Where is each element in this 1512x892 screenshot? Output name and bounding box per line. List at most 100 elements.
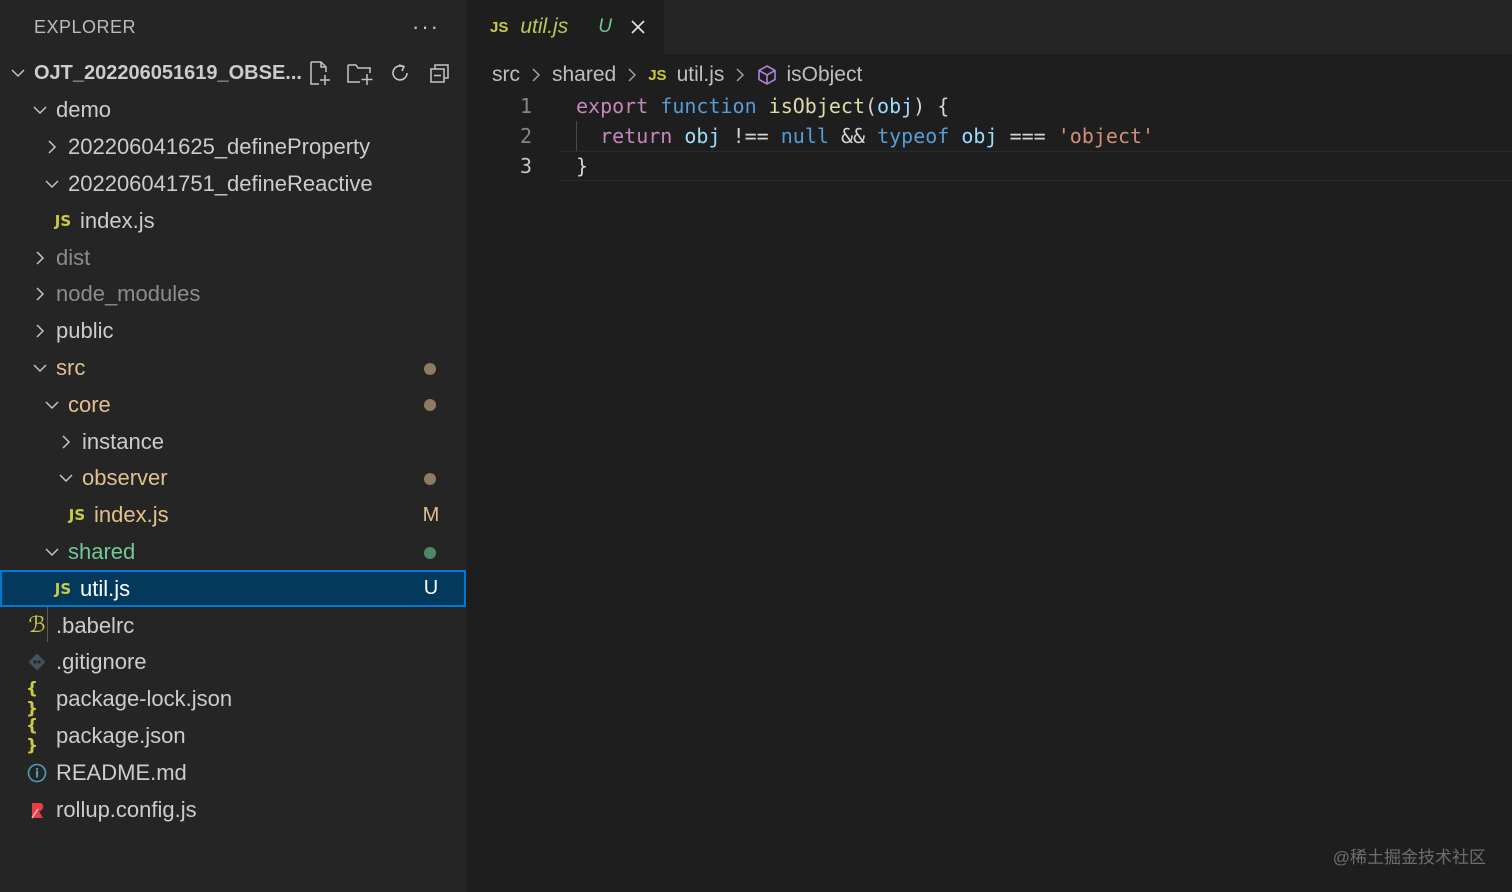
tree-label: src: [56, 354, 86, 380]
js-file-icon: JS: [648, 66, 667, 84]
tree-file-util[interactable]: JS util.js U: [0, 570, 466, 608]
method-cube-icon: [756, 64, 778, 86]
tree-label: package.json: [56, 722, 186, 748]
js-file-icon: JS: [490, 18, 509, 36]
code-text: return obj !== null && typeof obj === 'o…: [600, 124, 1155, 148]
code-editor[interactable]: 1 export function isObject(obj) { 2 retu…: [466, 91, 1512, 181]
tree-folder-public[interactable]: public: [0, 313, 466, 350]
info-icon-glyph: i: [35, 766, 39, 780]
tree-label: 202206041751_defineReactive: [68, 170, 373, 196]
tree-label: instance: [82, 428, 164, 454]
tree-file-rollup[interactable]: rollup.config.js: [0, 791, 466, 828]
chevron-down-icon: [42, 395, 62, 415]
modified-dot: [424, 399, 436, 412]
refresh-button[interactable]: [386, 60, 414, 86]
json-icon: { }: [26, 679, 39, 720]
chevron-down-icon: [30, 358, 50, 378]
project-root-row[interactable]: OJT_202206051619_OBSE...: [0, 54, 466, 92]
tree-label: node_modules: [56, 281, 201, 307]
tree-label: util.js: [80, 575, 131, 601]
breadcrumb-file[interactable]: util.js: [677, 63, 725, 87]
more-actions-button[interactable]: ···: [412, 14, 440, 40]
tree-file-demo-index[interactable]: JS index.js: [0, 202, 466, 239]
tree-folder-definereactive[interactable]: 202206041751_defineReactive: [0, 166, 466, 203]
file-tree: demo 202206041625_defineProperty 2022060…: [0, 92, 466, 828]
current-line-highlight: [558, 151, 1512, 181]
tree-label: 202206041625_defineProperty: [68, 134, 371, 160]
tree-label: observer: [82, 465, 168, 491]
code-line: 1 export function isObject(obj) {: [466, 91, 1512, 121]
tree-folder-instance[interactable]: instance: [0, 423, 466, 460]
tab-bar: JS util.js U: [466, 0, 1512, 54]
code-line: 2 return obj !== null && typeof obj === …: [466, 121, 1512, 151]
json-icon: { }: [26, 715, 39, 756]
tree-label: core: [68, 391, 111, 417]
explorer-title: EXPLORER: [34, 16, 137, 37]
tree-folder-core[interactable]: core: [0, 386, 466, 423]
tree-file-observer-index[interactable]: JS index.js M: [0, 497, 466, 534]
collapse-all-button[interactable]: [426, 60, 454, 86]
git-icon: [26, 651, 48, 673]
chevron-down-icon: [42, 174, 62, 194]
chevron-right-icon: [30, 284, 50, 304]
tree-label: dist: [56, 244, 91, 270]
tab-git-status: U: [598, 16, 612, 37]
tree-folder-defineproperty[interactable]: 202206041625_defineProperty: [0, 129, 466, 166]
tree-file-readme[interactable]: i README.md: [0, 754, 466, 791]
chevron-right-icon: [56, 432, 76, 452]
line-number: 1: [519, 94, 532, 118]
close-icon[interactable]: [628, 17, 648, 37]
js-file-icon: JS: [54, 211, 72, 230]
tree-label: shared: [68, 538, 136, 564]
breadcrumb-shared[interactable]: shared: [552, 63, 616, 87]
tree-label: index.js: [94, 502, 169, 528]
chevron-down-icon: [30, 100, 50, 120]
js-file-icon: JS: [68, 506, 86, 525]
tree-label: public: [56, 318, 114, 344]
new-folder-button[interactable]: [346, 60, 374, 86]
chevron-down-icon: [56, 468, 76, 488]
tree-label: README.md: [56, 759, 187, 785]
modified-dot: [424, 362, 436, 375]
js-file-icon: JS: [54, 579, 72, 598]
git-status-badge: M: [422, 503, 440, 526]
tree-file-babelrc[interactable]: ℬ .babelrc: [0, 607, 466, 644]
tree-folder-src[interactable]: src: [0, 350, 466, 387]
watermark: @稀土掘金技术社区: [1332, 848, 1486, 867]
tree-folder-node-modules[interactable]: node_modules: [0, 276, 466, 313]
tree-folder-demo[interactable]: demo: [0, 92, 466, 129]
tree-file-package-json[interactable]: { } package.json: [0, 715, 466, 756]
chevron-right-icon: [30, 248, 50, 268]
breadcrumb-symbol[interactable]: isObject: [786, 63, 862, 87]
project-name: OJT_202206051619_OBSE...: [34, 61, 302, 84]
tree-label: .gitignore: [56, 649, 147, 675]
info-icon: i: [26, 762, 48, 784]
breadcrumb: src shared JS util.js isObject: [466, 54, 1512, 96]
tree-folder-dist[interactable]: dist: [0, 239, 466, 276]
chevron-right-icon: [734, 67, 746, 83]
editor-area: JS util.js U src shared JS util.js isObj…: [466, 0, 1512, 892]
indent-guide: [576, 121, 577, 151]
chevron-down-icon: [42, 542, 62, 562]
tree-folder-shared[interactable]: shared: [0, 534, 466, 571]
tree-label: rollup.config.js: [56, 796, 197, 822]
tab-label: util.js: [520, 15, 569, 38]
new-file-button[interactable]: [306, 60, 334, 86]
tree-label: demo: [56, 97, 112, 123]
explorer-header: EXPLORER ···: [0, 0, 466, 54]
code-text: export function isObject(obj) {: [576, 94, 950, 118]
tab-util-js[interactable]: JS util.js U: [466, 0, 664, 54]
tree-file-gitignore[interactable]: .gitignore: [0, 644, 466, 681]
tree-label: .babelrc: [56, 612, 135, 638]
chevron-down-icon: [8, 63, 28, 83]
chevron-right-icon: [42, 137, 62, 157]
tree-file-package-lock[interactable]: { } package-lock.json: [0, 679, 466, 720]
tree-label: index.js: [80, 207, 155, 233]
line-number: 2: [519, 124, 532, 148]
line-number: 3: [519, 154, 532, 178]
chevron-right-icon: [30, 321, 50, 341]
breadcrumb-src[interactable]: src: [492, 63, 520, 87]
babel-icon: ℬ: [28, 613, 46, 639]
project-actions: [306, 60, 454, 86]
tree-folder-observer[interactable]: observer: [0, 460, 466, 497]
